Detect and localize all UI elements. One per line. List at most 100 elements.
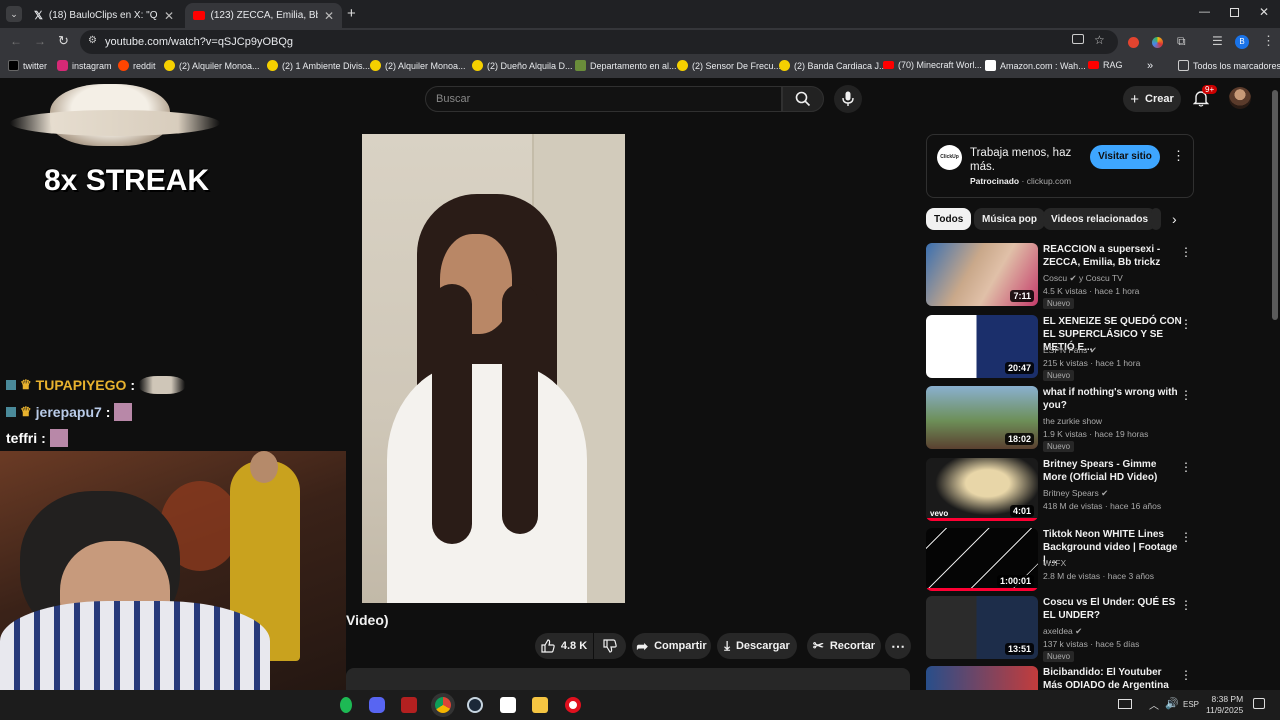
more-icon[interactable]: ⋮ [1180,530,1192,544]
notifications-button[interactable]: 9+ [1192,85,1218,108]
menu-icon[interactable]: ⋮ [1262,33,1275,49]
steam-icon[interactable] [467,697,483,713]
spotify-icon[interactable] [340,697,352,713]
clip-button[interactable]: ✂ Recortar [807,633,881,659]
bookmark-item[interactable]: (2) Alquiler Monoa... [164,60,260,71]
bookmark-item[interactable]: (2) Dueño Alquila D... [472,60,573,71]
search-button[interactable] [782,86,824,112]
language-indicator[interactable]: ESP [1183,700,1199,709]
bookmark-item[interactable]: RAG [1088,60,1123,70]
video-title[interactable]: what if nothing's wrong with you? [1043,386,1183,412]
file-explorer-icon[interactable] [532,697,548,713]
discord-icon[interactable] [369,697,385,713]
video-thumbnail[interactable]: 1:00:01 [926,528,1038,591]
extension-color-icon[interactable] [1152,37,1163,48]
chip-next[interactable] [1151,208,1161,230]
list-item[interactable]: vevo 4:01 Britney Spears - Gimme More (O… [926,458,1194,522]
back-icon[interactable]: ← [10,34,22,48]
profile-avatar[interactable]: B [1235,35,1249,49]
address-bar[interactable]: ⚙ youtube.com/watch?v=qSJCp9yOBQg ☆ [80,30,1118,54]
voicemeeter-icon[interactable] [401,697,417,713]
chip-todos[interactable]: Todos [926,208,972,230]
bookmark-item[interactable]: (70) Minecraft Worl... [883,60,982,70]
ad-menu-icon[interactable]: ⋮ [1172,148,1185,164]
more-icon[interactable]: ⋮ [1180,598,1192,612]
bookmark-item[interactable]: (2) Banda Cardiaca J... [779,60,887,71]
tray-chevron-icon[interactable]: ︿ [1149,697,1159,712]
more-actions-button[interactable]: ⋯ [885,633,911,659]
all-bookmarks-folder[interactable]: Todos los marcadores [1178,60,1280,71]
list-item[interactable]: 13:51 Coscu vs El Under: QUÉ ES EL UNDER… [926,596,1194,662]
clock[interactable]: 8:38 PM 11/9/2025 [1206,694,1243,716]
video-thumbnail[interactable]: 7:11 [926,243,1038,306]
channel-name[interactable]: WJFX [1043,558,1066,568]
opera-icon[interactable] [565,697,581,713]
list-item[interactable]: Bicibandido: El Youtuber Más ODIADO de A… [926,666,1194,690]
video-title[interactable]: Britney Spears - Gimme More (Official HD… [1043,458,1183,484]
more-icon[interactable]: ⋮ [1180,245,1192,259]
close-icon[interactable]: ✕ [164,9,174,23]
minimize-button[interactable]: — [1199,6,1210,18]
bookmark-twitter[interactable]: twitter [8,60,47,71]
chrome-icon[interactable] [435,697,451,713]
list-item[interactable]: 20:47 EL XENEIZE SE QUEDÓ CON EL SUPERCL… [926,315,1194,381]
chevron-right-icon[interactable]: › [1172,211,1177,227]
volume-icon[interactable]: 🔊 [1165,697,1179,710]
more-bookmarks-icon[interactable]: » [1147,60,1153,72]
bookmark-item[interactable]: (2) Sensor De Frecu... [677,60,781,71]
extensions-icon[interactable]: ⧉ [1177,34,1186,49]
channel-name[interactable]: the zurkie show [1043,416,1102,426]
bookmark-instagram[interactable]: instagram [57,60,112,71]
create-button[interactable]: + Crear [1123,86,1181,112]
system-tray-network-icon[interactable] [1118,699,1132,709]
notification-center-icon[interactable] [1253,698,1265,709]
channel-name[interactable]: Britney Spears ✔ [1043,488,1108,499]
chip-videos-relacionados[interactable]: Videos relacionados [1043,208,1157,230]
voice-search-button[interactable] [834,85,862,113]
channel-name[interactable]: axeldea ✔ [1043,626,1082,637]
more-icon[interactable]: ⋮ [1180,317,1192,331]
video-title[interactable]: Coscu vs El Under: QUÉ ES EL UNDER? [1043,596,1183,622]
extension-red-icon[interactable] [1128,37,1139,48]
video-player[interactable] [362,134,625,603]
bookmark-item[interactable]: Departamento en al... [575,60,677,71]
bookmark-item[interactable]: (2) Alquiler Monoa... [370,60,466,71]
install-icon[interactable] [1072,34,1084,44]
restore-button[interactable] [1230,8,1239,17]
visit-site-button[interactable]: Visitar sitio [1090,145,1160,169]
bookmark-item[interactable]: (2) 1 Ambiente Divis... [267,60,370,71]
search-input[interactable]: Buscar [436,93,470,105]
chip-musica-pop[interactable]: Música pop [974,208,1046,230]
list-item[interactable]: 18:02 what if nothing's wrong with you? … [926,386,1194,452]
tab-bauloclips[interactable]: 𝕏 (18) BauloClips en X: "Que pasó ✕ [26,3,182,28]
ad-card[interactable]: ClickUp Trabaja menos, haz más. Patrocin… [926,134,1194,198]
video-thumbnail[interactable]: 20:47 [926,315,1038,378]
list-item[interactable]: 1:00:01 Tiktok Neon WHITE Lines Backgrou… [926,528,1194,592]
dislike-button[interactable] [594,633,626,659]
video-thumbnail[interactable] [926,666,1038,690]
tab-search-button[interactable]: ⌄ [6,6,22,22]
site-info-icon[interactable]: ⚙ [88,35,97,46]
search-box[interactable]: Buscar [425,86,782,112]
download-button[interactable]: ⤓ Descargar [717,633,797,659]
video-thumbnail[interactable]: 18:02 [926,386,1038,449]
bookmark-reddit[interactable]: reddit [118,60,156,71]
account-avatar[interactable] [1229,87,1251,109]
reading-list-icon[interactable]: ☰ [1212,34,1223,48]
description-box[interactable] [346,668,910,690]
more-icon[interactable]: ⋮ [1180,668,1192,682]
tab-youtube[interactable]: (123) ZECCA, Emilia, Bb trickz - ✕ [185,3,342,28]
forward-icon[interactable]: → [34,34,46,48]
more-icon[interactable]: ⋮ [1180,388,1192,402]
close-window-button[interactable]: ✕ [1259,5,1269,19]
capcut-icon[interactable] [500,697,516,713]
reload-icon[interactable]: ↻ [58,33,69,49]
bookmark-item[interactable]: Amazon.com : Wah... [985,60,1086,71]
bookmark-star-icon[interactable]: ☆ [1094,33,1105,47]
channel-name[interactable]: Coscu ✔ y Coscu TV [1043,273,1123,284]
close-icon[interactable]: ✕ [324,9,334,23]
share-button[interactable]: ➦ Compartir [632,633,711,659]
like-button[interactable]: 4.8 K [535,633,593,659]
video-thumbnail[interactable]: vevo 4:01 [926,458,1038,521]
video-title[interactable]: Bicibandido: El Youtuber Más ODIADO de A… [1043,666,1183,690]
